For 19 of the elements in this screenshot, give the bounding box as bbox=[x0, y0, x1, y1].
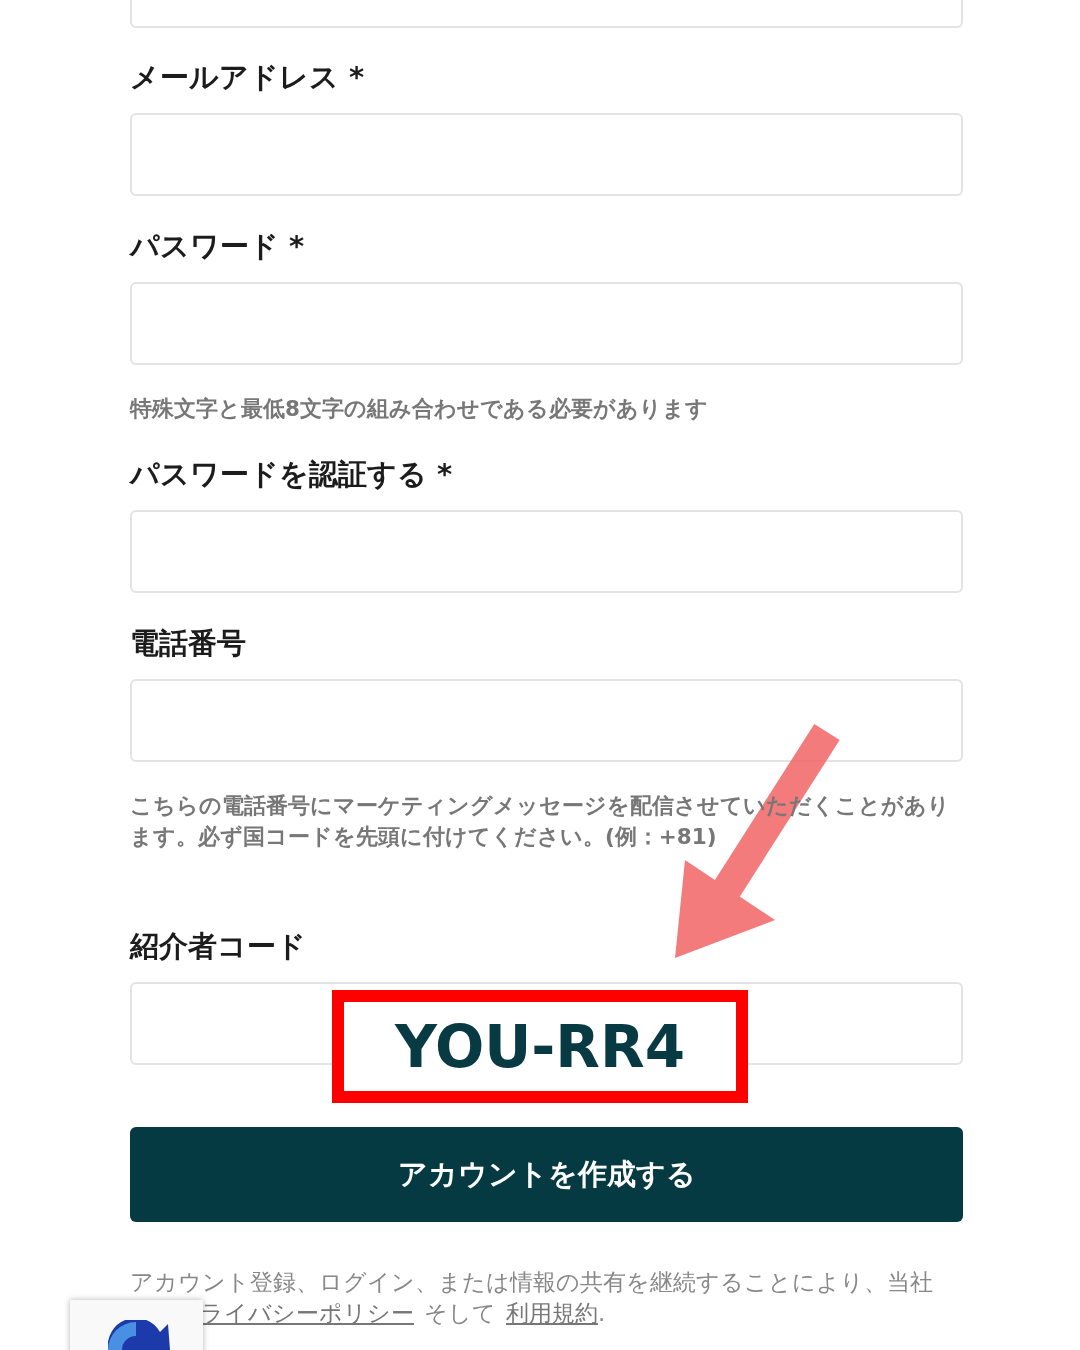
referral-code-highlight: YOU-RR4 bbox=[332, 990, 748, 1103]
input-field[interactable] bbox=[130, 113, 963, 196]
period-text: . bbox=[598, 1299, 606, 1328]
input-field[interactable] bbox=[130, 510, 963, 593]
terms-link[interactable]: 利用規約 bbox=[506, 1298, 598, 1329]
captcha-icon bbox=[108, 1320, 170, 1350]
input-field[interactable] bbox=[130, 282, 963, 365]
field-label: メールアドレス * bbox=[130, 59, 366, 96]
consent-text: アカウント登録、ログイン、または情報の共有を継続することにより、当社 bbox=[130, 1268, 934, 1297]
field-label: パスワードを認証する * bbox=[130, 456, 454, 493]
field-label: 電話番号 bbox=[130, 625, 247, 662]
input-field[interactable] bbox=[130, 679, 963, 762]
field-label: パスワード * bbox=[130, 228, 306, 265]
field-label: 紹介者コード bbox=[130, 928, 307, 965]
create-account-button[interactable]: アカウントを作成する bbox=[130, 1127, 963, 1222]
captcha-badge[interactable] bbox=[70, 1300, 203, 1350]
consent-text: そして bbox=[424, 1299, 496, 1328]
field-hint: 特殊文字と最低8文字の組み合わせである必要があります bbox=[130, 395, 709, 423]
privacy-policy-link[interactable]: ライバシーポリシー bbox=[200, 1298, 414, 1329]
